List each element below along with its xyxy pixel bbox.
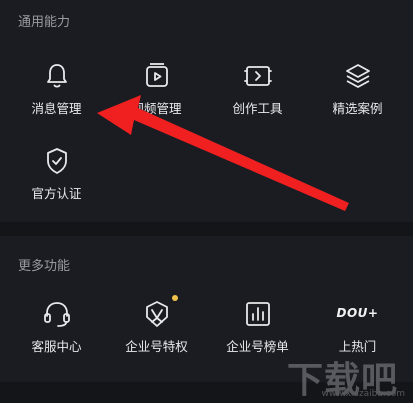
new-badge-dot — [172, 295, 178, 301]
section-title-more: 更多功能 — [18, 259, 71, 274]
tile-label: 企业号特权 — [125, 339, 188, 354]
tile-label: 视频管理 — [131, 101, 182, 116]
watermark-url: www.xiazaiba.com — [321, 389, 405, 399]
watermark: 下载吧 www.xiazaiba.com — [287, 351, 407, 401]
tile-label: 精选案例 — [332, 101, 383, 116]
tile-enterprise-privileges[interactable]: 企业号特权 — [105, 295, 208, 368]
general-abilities-section: 通用能力 消息管理 视频管理 创作工具 精选案例 官方认证 — [0, 0, 413, 222]
bell-icon — [41, 60, 73, 92]
shield-check-icon — [41, 145, 73, 177]
tile-official-verification[interactable]: 官方认证 — [5, 145, 108, 215]
layers-icon — [342, 60, 374, 92]
tile-label: 客服中心 — [31, 339, 82, 354]
tile-featured-cases[interactable]: 精选案例 — [306, 60, 409, 130]
tile-label: 消息管理 — [31, 101, 82, 116]
tile-creation-tools[interactable]: 创作工具 — [206, 60, 309, 130]
dou-plus-icon: DOU+ — [336, 306, 379, 320]
tile-label: 官方认证 — [31, 186, 82, 201]
tile-message-management[interactable]: 消息管理 — [5, 60, 108, 130]
tile-label: 创作工具 — [232, 101, 283, 116]
bar-chart-icon — [242, 298, 274, 330]
tile-customer-service[interactable]: 客服中心 — [5, 298, 108, 368]
badge-v-icon — [141, 298, 173, 330]
video-play-icon — [141, 60, 173, 92]
headset-icon — [41, 298, 73, 330]
video-edit-icon — [242, 60, 274, 92]
section-title-general: 通用能力 — [18, 15, 71, 30]
tile-video-management[interactable]: 视频管理 — [105, 60, 208, 130]
